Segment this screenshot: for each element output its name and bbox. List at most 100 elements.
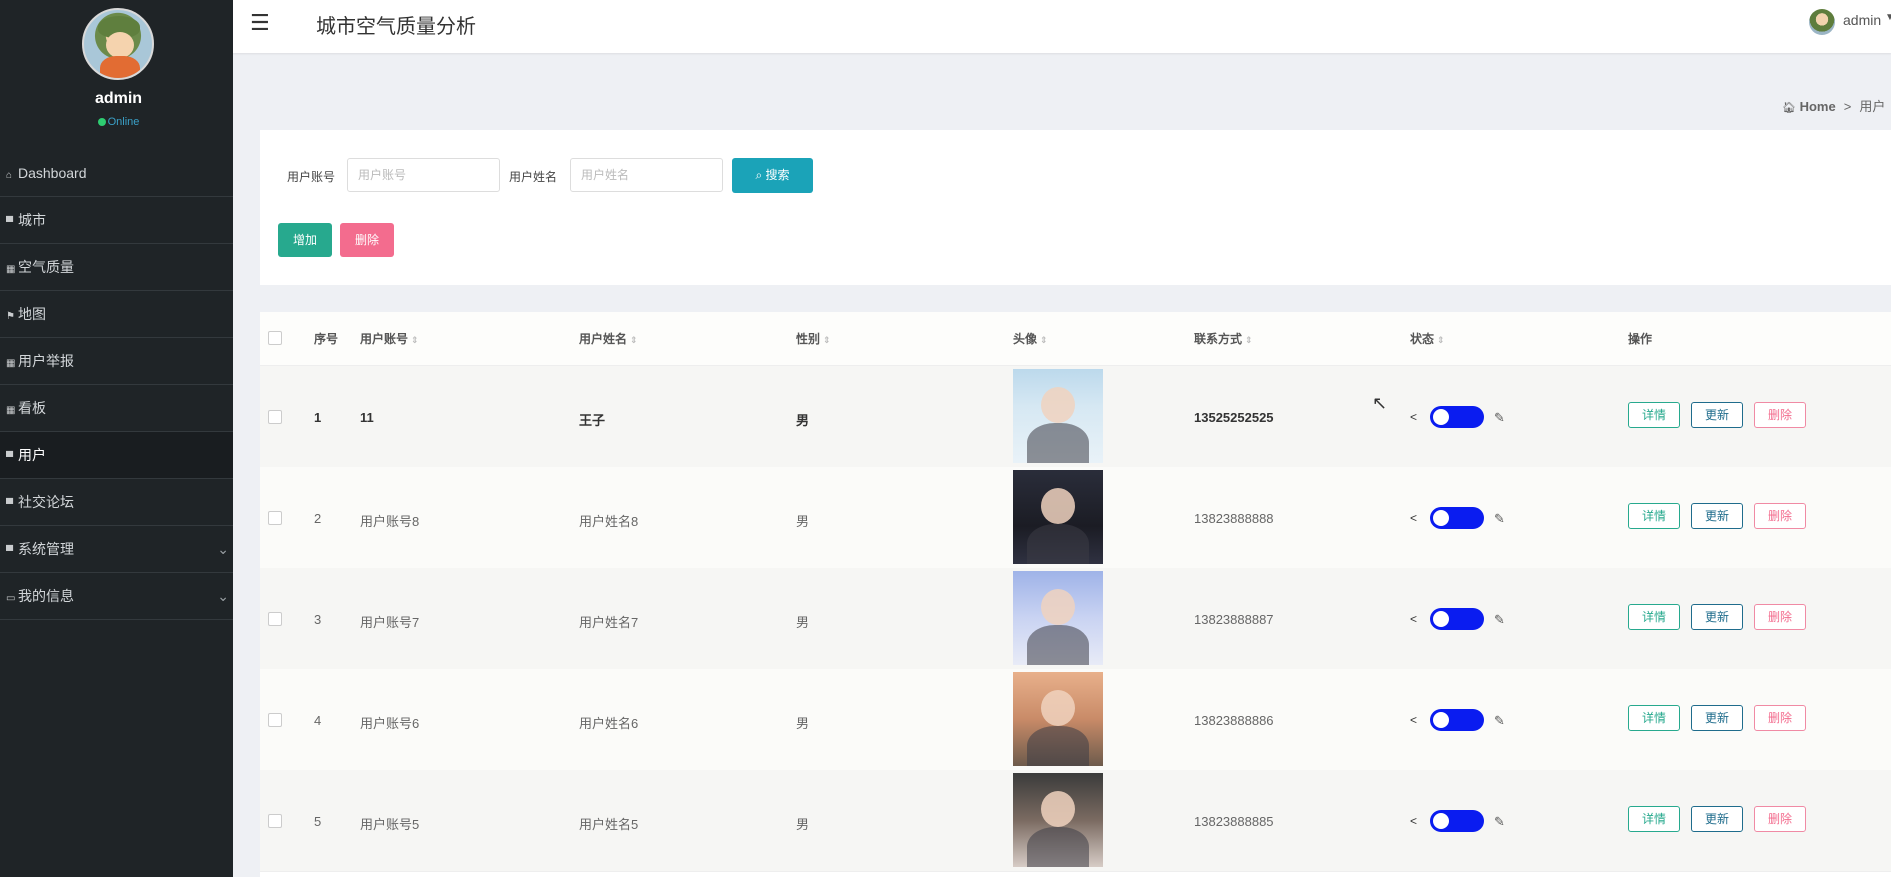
sidebar-item-label: 空气质量 — [18, 259, 74, 275]
row-checkbox[interactable] — [268, 410, 282, 424]
detail-button[interactable]: 详情 — [1628, 806, 1680, 832]
sidebar-item[interactable]: ▀ 社交论坛 — [0, 479, 233, 526]
add-button[interactable]: 增加 — [278, 223, 332, 257]
edit-icon[interactable]: ✎ — [1494, 612, 1505, 628]
status-toggle[interactable] — [1430, 507, 1484, 529]
sidebar-item-label: 用户 — [18, 447, 46, 463]
name-label: 用户姓名 — [509, 170, 558, 184]
cell-account: 用户账号8 — [360, 514, 420, 529]
info-icon: ▭ — [6, 593, 16, 604]
breadcrumb-home[interactable]: Home — [1800, 99, 1836, 114]
column-header-sortable[interactable]: 用户账号 ⇕ — [360, 330, 419, 347]
forum-icon: ▀ — [6, 499, 14, 510]
share-icon[interactable]: < — [1410, 511, 1417, 525]
chevron-down-icon[interactable]: ▼ — [1885, 12, 1891, 23]
detail-button[interactable]: 详情 — [1628, 604, 1680, 630]
row-checkbox[interactable] — [268, 814, 282, 828]
sidebar-item[interactable]: ▀ 用户 — [0, 432, 233, 479]
menu-toggle-icon[interactable]: ☰ — [250, 10, 270, 36]
sidebar-item-label: 看板 — [18, 400, 46, 416]
update-button[interactable]: 更新 — [1691, 604, 1743, 630]
edit-icon[interactable]: ✎ — [1494, 410, 1505, 426]
cell-phone: 13823888885 — [1194, 814, 1274, 829]
sort-icon: ⇕ — [1245, 335, 1253, 345]
update-button[interactable]: 更新 — [1691, 806, 1743, 832]
share-icon[interactable]: < — [1410, 410, 1417, 424]
user-menu-name[interactable]: admin — [1843, 12, 1881, 28]
edit-icon[interactable]: ✎ — [1494, 814, 1505, 830]
top-bar: ☰ 城市空气质量分析 admin ▼ — [233, 0, 1891, 53]
batch-delete-button[interactable]: 删除 — [340, 223, 394, 257]
delete-button[interactable]: 删除 — [1754, 604, 1806, 630]
cell-name: 王子 — [579, 413, 606, 428]
table-row: 5 用户账号5 用户姓名5 男 13823888885 < ✎ 详情 更新 删除 — [260, 770, 1891, 872]
sort-icon: ⇕ — [630, 335, 638, 345]
delete-button[interactable]: 删除 — [1754, 402, 1806, 428]
column-header-sortable[interactable]: 性别 ⇕ — [796, 330, 831, 347]
cell-phone: 13823888887 — [1194, 612, 1274, 627]
sidebar-item[interactable]: ▀ 城市 — [0, 197, 233, 244]
sidebar-item[interactable]: ▦ 用户举报 — [0, 338, 233, 385]
sidebar-item[interactable]: ▦ 空气质量 — [0, 244, 233, 291]
user-avatar[interactable] — [1809, 9, 1835, 35]
detail-button[interactable]: 详情 — [1628, 402, 1680, 428]
sidebar-item[interactable]: ⌂ Dashboard — [0, 150, 233, 197]
edit-icon[interactable]: ✎ — [1494, 511, 1505, 527]
column-header-sortable[interactable]: 头像 ⇕ — [1013, 330, 1048, 347]
row-checkbox[interactable] — [268, 511, 282, 525]
name-search-input[interactable] — [570, 158, 723, 192]
table-row: 1 11 王子男 13525252525 < ✎ 详情 更新 删除 — [260, 366, 1891, 468]
delete-button[interactable]: 删除 — [1754, 806, 1806, 832]
update-button[interactable]: 更新 — [1691, 705, 1743, 731]
account-search-input[interactable] — [347, 158, 500, 192]
sidebar-item[interactable]: ▭ 我的信息 ⌄ — [0, 573, 233, 620]
user-avatar-image — [1013, 672, 1103, 766]
breadcrumb-separator: > — [1843, 99, 1852, 114]
edit-icon[interactable]: ✎ — [1494, 713, 1505, 729]
sidebar-item[interactable]: ▀ 系统管理 ⌄ — [0, 526, 233, 573]
delete-button[interactable]: 删除 — [1754, 705, 1806, 731]
share-icon[interactable]: < — [1410, 713, 1417, 727]
sidebar: admin Online ⌂ Dashboard ▀ 城市 ▦ 空气质量 ⚑ 地图 ▦ 用户举报 ▦… — [0, 0, 233, 877]
sort-icon: ⇕ — [1040, 335, 1048, 345]
sidebar-item-label: 地图 — [18, 306, 46, 322]
cell-phone: 13525252525 — [1194, 410, 1274, 425]
sort-icon: ⇕ — [823, 335, 831, 345]
column-header-sortable[interactable]: 联系方式 ⇕ — [1194, 330, 1253, 347]
sidebar-username: admin — [94, 90, 143, 107]
home-icon: ⌂ — [6, 170, 13, 181]
update-button[interactable]: 更新 — [1691, 503, 1743, 529]
chat-icon: ▀ — [6, 452, 14, 463]
table-row: 4 用户账号6 用户姓名6 男 13823888886 < ✎ 详情 更新 删除 — [260, 669, 1891, 771]
cell-index: 2 — [314, 511, 322, 526]
cell-gender: 男 — [796, 716, 810, 731]
detail-button[interactable]: 详情 — [1628, 503, 1680, 529]
share-icon[interactable]: < — [1410, 612, 1417, 626]
cell-name: 用户姓名8 — [579, 514, 639, 529]
search-icon: ⌕ — [755, 168, 763, 182]
update-button[interactable]: 更新 — [1691, 402, 1743, 428]
sidebar-item-label: 系统管理 — [18, 541, 74, 557]
sidebar-item[interactable]: ⚑ 地图 — [0, 291, 233, 338]
column-header-sortable[interactable]: 用户姓名 ⇕ — [579, 330, 638, 347]
sidebar-item-label: Dashboard — [18, 165, 87, 181]
admin-avatar — [82, 8, 154, 80]
chevron-down-icon: ⌄ — [217, 588, 229, 604]
search-button[interactable]: ⌕ 搜索 — [732, 158, 813, 193]
status-toggle[interactable] — [1430, 608, 1484, 630]
breadcrumb-current: 用户 — [1859, 99, 1886, 114]
row-checkbox[interactable] — [268, 713, 282, 727]
share-icon[interactable]: < — [1410, 814, 1417, 828]
sidebar-item[interactable]: ▦ 看板 — [0, 385, 233, 432]
detail-button[interactable]: 详情 — [1628, 705, 1680, 731]
select-all-checkbox[interactable] — [268, 331, 282, 345]
status-toggle[interactable] — [1430, 406, 1484, 428]
cell-gender: 男 — [796, 413, 810, 428]
status-toggle[interactable] — [1430, 810, 1484, 832]
delete-button[interactable]: 删除 — [1754, 503, 1806, 529]
sidebar-item-label: 用户举报 — [18, 353, 74, 369]
status-toggle[interactable] — [1430, 709, 1484, 731]
cell-index: 3 — [314, 612, 322, 627]
column-header-sortable[interactable]: 状态 ⇕ — [1410, 330, 1445, 347]
row-checkbox[interactable] — [268, 612, 282, 626]
